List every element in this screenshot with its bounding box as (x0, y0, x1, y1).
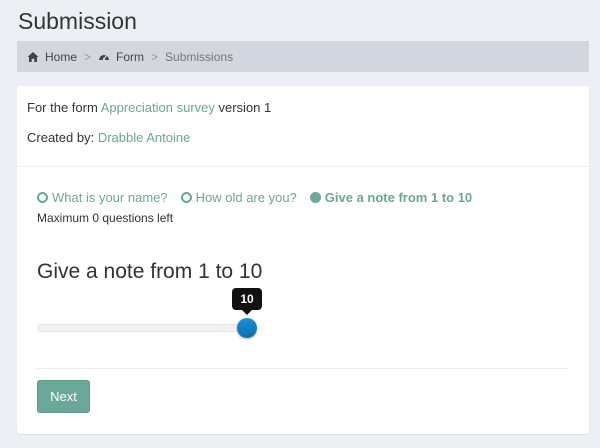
step-label: How old are you? (195, 190, 297, 205)
next-button[interactable]: Next (37, 380, 90, 413)
form-info: For the form Appreciation survey version… (27, 100, 271, 115)
breadcrumb-home[interactable]: Home (27, 50, 77, 64)
step-age[interactable]: How old are you? (180, 190, 297, 205)
form-version: version 1 (218, 100, 272, 115)
step-label: Give a note from 1 to 10 (324, 190, 473, 205)
submission-panel: For the form Appreciation survey version… (17, 86, 589, 434)
breadcrumb-submissions: Submissions (165, 49, 234, 64)
breadcrumb-form-label: Form (116, 49, 145, 64)
page-title: Submission (18, 8, 137, 34)
form-prefix: For the form (27, 100, 98, 115)
slider-handle[interactable] (237, 318, 257, 338)
breadcrumb-form[interactable]: Form (98, 50, 144, 64)
circle-outline-icon (180, 192, 192, 203)
slider-track[interactable] (37, 324, 247, 332)
divider (17, 166, 589, 167)
slider-fill (38, 325, 246, 331)
question-steps: What is your name? How old are you? Give… (37, 190, 485, 205)
created-by-info: Created by: Drabble Antoine (27, 130, 190, 145)
circle-outline-icon (37, 192, 48, 203)
breadcrumb-separator: > (151, 49, 159, 64)
breadcrumb-separator: > (84, 49, 92, 64)
circle-filled-icon (309, 192, 321, 203)
dashboard-icon (99, 54, 110, 60)
breadcrumb: Home > Form > Submissions (17, 41, 589, 72)
home-icon (27, 51, 39, 62)
step-name[interactable]: What is your name? (37, 190, 168, 205)
step-label: What is your name? (52, 190, 168, 205)
divider (37, 368, 569, 369)
question-title: Give a note from 1 to 10 (37, 260, 263, 283)
slider-value-tooltip: 10 (232, 288, 262, 315)
created-by-link[interactable]: Drabble Antoine (98, 130, 191, 145)
created-by-label: Created by: (27, 130, 95, 145)
note-slider[interactable] (37, 316, 257, 342)
questions-remaining: Maximum 0 questions left (37, 211, 174, 225)
form-name-link[interactable]: Appreciation survey (101, 100, 215, 115)
step-note[interactable]: Give a note from 1 to 10 (309, 190, 473, 205)
breadcrumb-home-label: Home (45, 49, 78, 64)
